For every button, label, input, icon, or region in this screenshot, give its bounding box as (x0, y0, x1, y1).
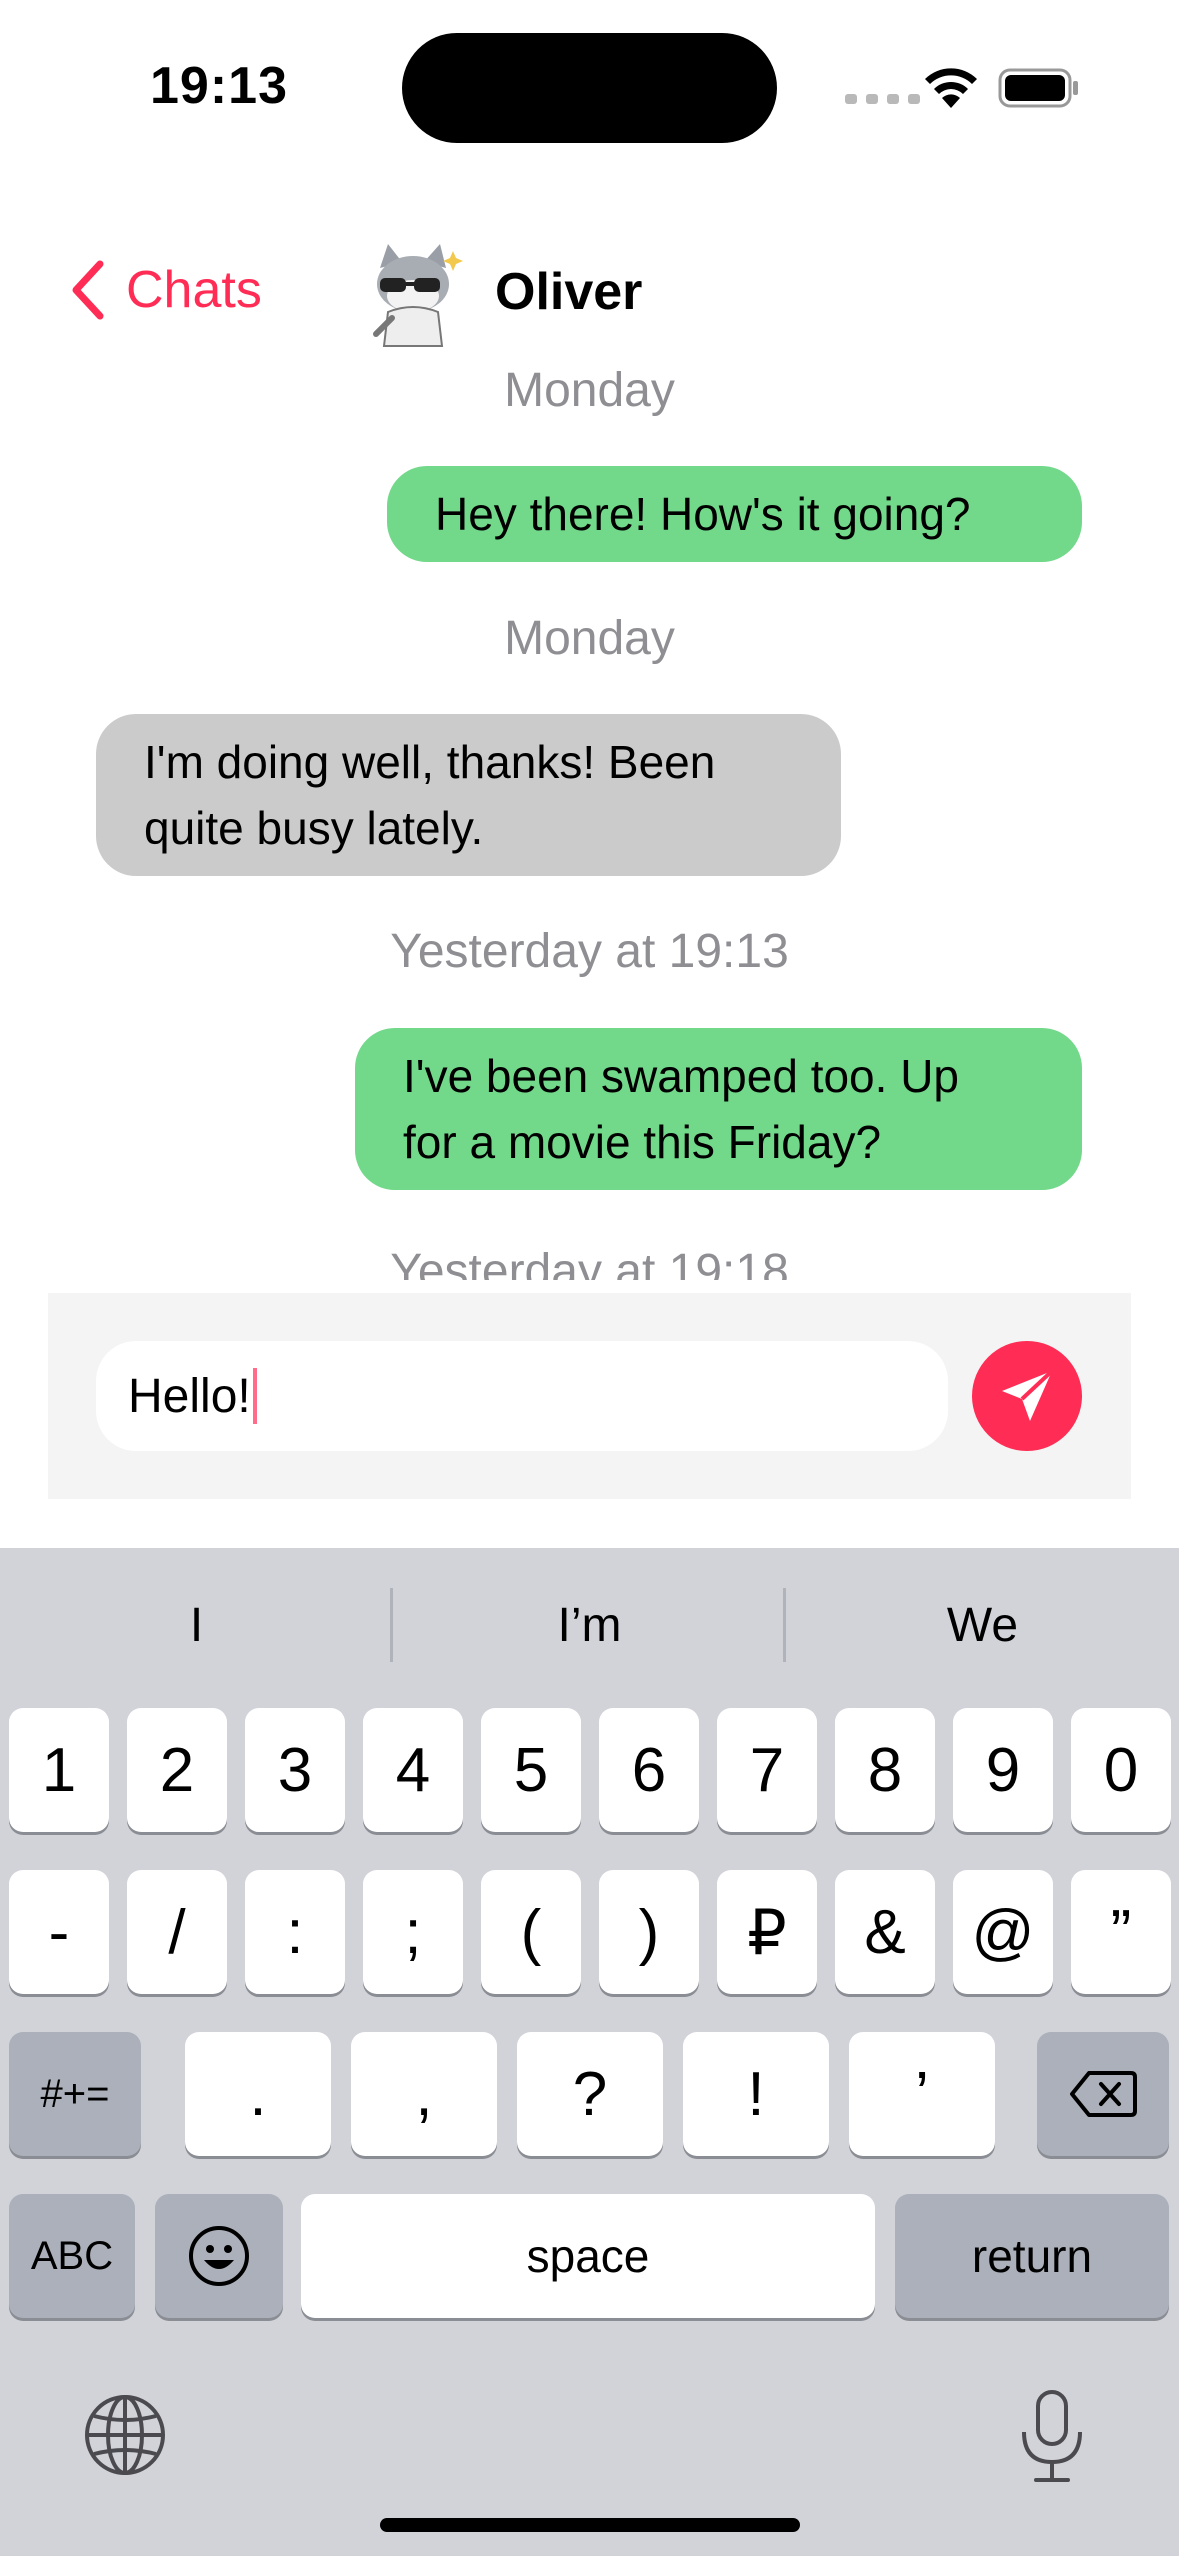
chevron-left-icon (72, 260, 104, 320)
contact-avatar[interactable] (358, 238, 468, 348)
paper-plane-icon (1002, 1369, 1054, 1421)
space-key[interactable]: space (301, 2194, 875, 2318)
send-button[interactable] (972, 1341, 1082, 1451)
key-comma[interactable]: , (351, 2032, 497, 2156)
key-exclamation[interactable]: ! (683, 2032, 829, 2156)
home-indicator (380, 2518, 800, 2532)
key-question[interactable]: ? (517, 2032, 663, 2156)
back-label: Chats (126, 261, 262, 319)
date-separator: Yesterday at 19:13 (390, 925, 789, 978)
suggestion-3[interactable]: We (786, 1598, 1179, 1653)
microphone-icon[interactable] (1016, 2388, 1088, 2484)
key-0[interactable]: 0 (1071, 1708, 1171, 1832)
contact-name: Oliver (495, 263, 643, 321)
message-bubble-outgoing[interactable]: I've been swamped too. Up for a movie th… (355, 1028, 1082, 1190)
key-8[interactable]: 8 (835, 1708, 935, 1832)
message-text-line: I've been swamped too. Up (403, 1050, 959, 1102)
globe-icon[interactable] (82, 2392, 168, 2478)
message-text-line: for a movie this Friday? (403, 1116, 882, 1168)
key-apostrophe[interactable]: ’ (849, 2032, 995, 2156)
key-slash[interactable]: / (127, 1870, 227, 1994)
key-1[interactable]: 1 (9, 1708, 109, 1832)
text-caret (252, 1368, 257, 1424)
message-input[interactable]: Hello! (96, 1341, 948, 1451)
dynamic-island (402, 33, 777, 143)
emoji-key[interactable] (155, 2194, 283, 2318)
key-4[interactable]: 4 (363, 1708, 463, 1832)
key-5[interactable]: 5 (481, 1708, 581, 1832)
key-3[interactable]: 3 (245, 1708, 345, 1832)
key-close-paren[interactable]: ) (599, 1870, 699, 1994)
key-colon[interactable]: : (245, 1870, 345, 1994)
key-6[interactable]: 6 (599, 1708, 699, 1832)
backspace-icon (1070, 2071, 1137, 2117)
message-text-line: I'm doing well, thanks! Been (144, 736, 716, 788)
key-abc[interactable]: ABC (9, 2194, 135, 2318)
message-bubble-outgoing[interactable]: Hey there! How's it going? (387, 466, 1082, 562)
date-separator: Monday (504, 612, 675, 665)
key-2[interactable]: 2 (127, 1708, 227, 1832)
key-semicolon[interactable]: ; (363, 1870, 463, 1994)
battery-icon (998, 68, 1078, 108)
key-ampersand[interactable]: & (835, 1870, 935, 1994)
cellular-signal-icon (845, 94, 920, 104)
key-at[interactable]: @ (953, 1870, 1053, 1994)
date-separator: Yesterday at 19:18 (390, 1245, 789, 1280)
message-text-line: quite busy lately. (144, 802, 484, 854)
message-list-clip: Yesterday at 19:18 (0, 1200, 1179, 1280)
return-key[interactable]: return (895, 2194, 1169, 2318)
message-input-text: Hello! (128, 1369, 251, 1423)
key-7[interactable]: 7 (717, 1708, 817, 1832)
key-period[interactable]: . (185, 2032, 331, 2156)
key-dash[interactable]: - (9, 1870, 109, 1994)
message-bubble-incoming[interactable]: I'm doing well, thanks! Been quite busy … (96, 714, 841, 876)
key-quote[interactable]: ” (1071, 1870, 1171, 1994)
message-text: Hey there! How's it going? (435, 488, 971, 540)
suggestion-1[interactable]: I (0, 1598, 393, 1653)
key-9[interactable]: 9 (953, 1708, 1053, 1832)
key-open-paren[interactable]: ( (481, 1870, 581, 1994)
back-button[interactable]: Chats (68, 258, 262, 322)
suggestion-2[interactable]: I’m (393, 1598, 786, 1653)
emoji-icon (189, 2226, 249, 2286)
delete-key[interactable] (1037, 2032, 1169, 2156)
status-time: 19:13 (150, 57, 288, 115)
date-separator: Monday (504, 364, 675, 417)
key-ruble[interactable]: ₽ (717, 1870, 817, 1994)
key-symbols-toggle[interactable]: #+= (9, 2032, 141, 2156)
wifi-icon (925, 68, 977, 108)
